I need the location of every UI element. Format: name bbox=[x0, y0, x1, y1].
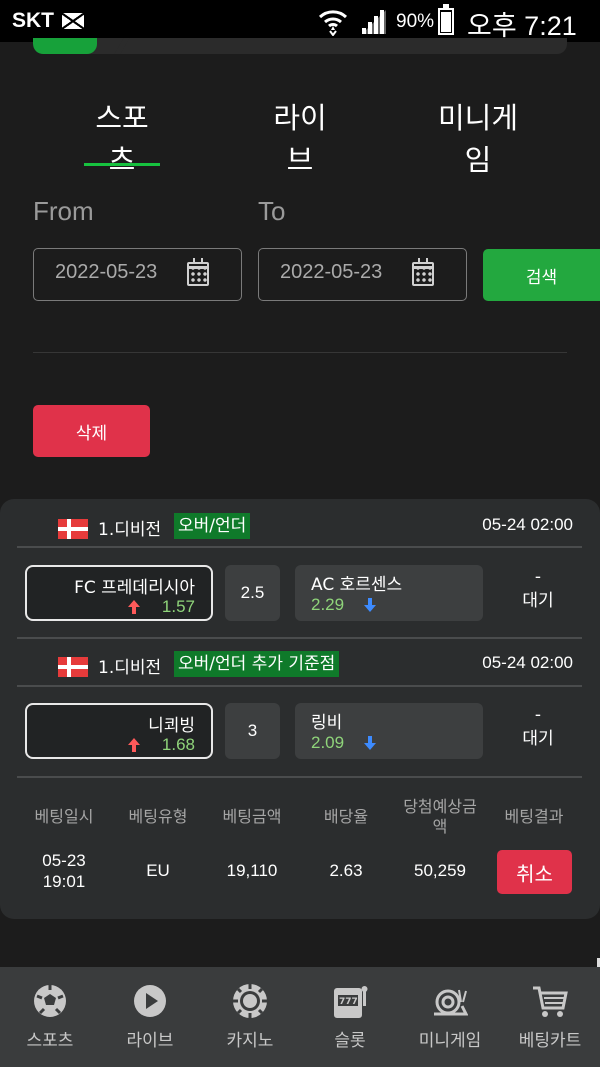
away-odds-box[interactable]: 링비 2.09 bbox=[295, 703, 483, 759]
arrow-up-icon bbox=[128, 600, 140, 614]
bottom-nav: 스포츠 라이브 카지노 777 슬롯 미니게임 베팅카트 bbox=[0, 967, 600, 1067]
tab-sports[interactable]: 스포츠 bbox=[84, 95, 160, 177]
status-dash: - bbox=[534, 705, 542, 725]
line-value: 2.5 bbox=[225, 565, 280, 621]
soccer-ball-icon bbox=[34, 985, 66, 1017]
nav-live[interactable]: 라이브 bbox=[100, 967, 200, 1067]
bet-amount: 19,110 bbox=[226, 861, 278, 880]
cancel-bet-button[interactable]: 취소 bbox=[497, 850, 572, 894]
casino-chip-icon bbox=[233, 984, 267, 1018]
snail-icon bbox=[434, 989, 468, 1016]
signal-icon bbox=[362, 10, 386, 34]
status-bar: SKT 90% 오후 7:21 bbox=[0, 0, 600, 42]
status-label: 대기 bbox=[522, 591, 554, 611]
nav-label: 라이브 bbox=[126, 1031, 174, 1051]
from-date-field[interactable]: 2022-05-23 bbox=[33, 248, 242, 301]
battery-icon bbox=[438, 4, 454, 35]
home-team-name: 니쾨빙 bbox=[148, 716, 195, 736]
status-dash: - bbox=[534, 567, 542, 587]
divider bbox=[17, 685, 582, 687]
game-time: 05-24 02:00 bbox=[482, 653, 573, 672]
delete-button[interactable]: 삭제 bbox=[33, 405, 150, 457]
header-expected-win: 당첨예상금액 bbox=[403, 797, 477, 836]
expected-win: 50,259 bbox=[414, 861, 466, 880]
nav-label: 스포츠 bbox=[26, 1031, 74, 1051]
from-label: From bbox=[33, 196, 94, 226]
to-label: To bbox=[258, 196, 286, 226]
market-badge: 오버/언더 bbox=[174, 513, 251, 539]
mail-icon bbox=[62, 13, 84, 29]
calendar-icon[interactable] bbox=[187, 258, 209, 286]
game-header: 1.디비전 오버/언더 추가 기준점 05-24 02:00 bbox=[0, 637, 600, 689]
league-name: 1.디비전 bbox=[98, 520, 162, 540]
game-time: 05-24 02:00 bbox=[482, 515, 573, 534]
nav-label: 미니게임 bbox=[418, 1031, 482, 1051]
to-date-value: 2022-05-23 bbox=[280, 261, 383, 283]
svg-text:777: 777 bbox=[339, 997, 358, 1007]
home-team-name: FC 프레데리시아 bbox=[74, 578, 195, 598]
play-icon bbox=[134, 985, 166, 1017]
home-odds-box[interactable]: 니쾨빙 1.68 bbox=[25, 703, 213, 759]
arrow-down-icon bbox=[364, 598, 376, 612]
category-tabs: 스포츠 라이브 미니게임 bbox=[0, 95, 600, 177]
home-odds: 1.57 bbox=[161, 597, 195, 616]
header-bet-datetime: 베팅일시 bbox=[34, 807, 94, 826]
bet-time: 19:01 bbox=[42, 872, 86, 891]
nav-casino[interactable]: 카지노 bbox=[200, 967, 300, 1067]
bet-type: EU bbox=[146, 861, 170, 880]
progress-bar bbox=[33, 38, 567, 54]
divider bbox=[17, 546, 582, 548]
denmark-flag-icon bbox=[58, 657, 88, 677]
search-button[interactable]: 검색 bbox=[483, 249, 600, 301]
divider bbox=[17, 776, 582, 778]
nav-label: 슬롯 bbox=[334, 1031, 366, 1051]
home-odds: 1.68 bbox=[161, 735, 195, 754]
header-bet-type: 베팅유형 bbox=[128, 807, 188, 826]
away-odds: 2.29 bbox=[311, 595, 345, 614]
away-odds: 2.09 bbox=[311, 733, 345, 752]
nav-slot[interactable]: 777 슬롯 bbox=[300, 967, 400, 1067]
nav-sports[interactable]: 스포츠 bbox=[0, 967, 100, 1067]
arrow-down-icon bbox=[364, 736, 376, 750]
tab-live[interactable]: 라이브 bbox=[260, 95, 340, 177]
nav-label: 카지노 bbox=[226, 1031, 274, 1051]
nav-label: 베팅카트 bbox=[518, 1031, 582, 1051]
away-team-name: AC 호르센스 bbox=[311, 575, 403, 595]
market-badge: 오버/언더 추가 기준점 bbox=[174, 651, 340, 677]
divider bbox=[33, 352, 567, 353]
nav-minigame[interactable]: 미니게임 bbox=[400, 967, 500, 1067]
game-header: 1.디비전 오버/언더 05-24 02:00 bbox=[0, 499, 600, 551]
bet-status: - 대기 bbox=[500, 566, 576, 622]
status-label: 대기 bbox=[522, 729, 554, 749]
carrier-name: SKT bbox=[12, 9, 54, 32]
slot-machine-icon: 777 bbox=[334, 986, 368, 1018]
bet-status: - 대기 bbox=[500, 704, 576, 760]
away-odds-box[interactable]: AC 호르센스 2.29 bbox=[295, 565, 483, 621]
denmark-flag-icon bbox=[58, 519, 88, 539]
bet-date: 05-23 bbox=[42, 851, 86, 870]
from-date-value: 2022-05-23 bbox=[55, 261, 158, 283]
header-bet-result: 베팅결과 bbox=[504, 807, 564, 826]
home-odds-box[interactable]: FC 프레데리시아 1.57 bbox=[25, 565, 213, 621]
arrow-up-icon bbox=[128, 738, 140, 752]
odds-rate: 2.63 bbox=[329, 861, 363, 880]
to-date-field[interactable]: 2022-05-23 bbox=[258, 248, 467, 301]
progress-divider bbox=[114, 38, 130, 54]
header-bet-amount: 베팅금액 bbox=[222, 807, 282, 826]
calendar-icon[interactable] bbox=[412, 258, 434, 286]
nav-bet-cart[interactable]: 베팅카트 bbox=[500, 967, 600, 1067]
progress-fill bbox=[33, 38, 98, 54]
header-odds-rate: 배당율 bbox=[323, 807, 369, 826]
wifi-icon bbox=[318, 10, 348, 36]
tab-minigame[interactable]: 미니게임 bbox=[425, 95, 531, 177]
battery-percent: 90% bbox=[396, 11, 435, 32]
line-value: 3 bbox=[225, 703, 280, 759]
shopping-cart-icon bbox=[533, 986, 568, 1017]
league-name: 1.디비전 bbox=[98, 658, 162, 678]
away-team-name: 링비 bbox=[311, 713, 343, 733]
